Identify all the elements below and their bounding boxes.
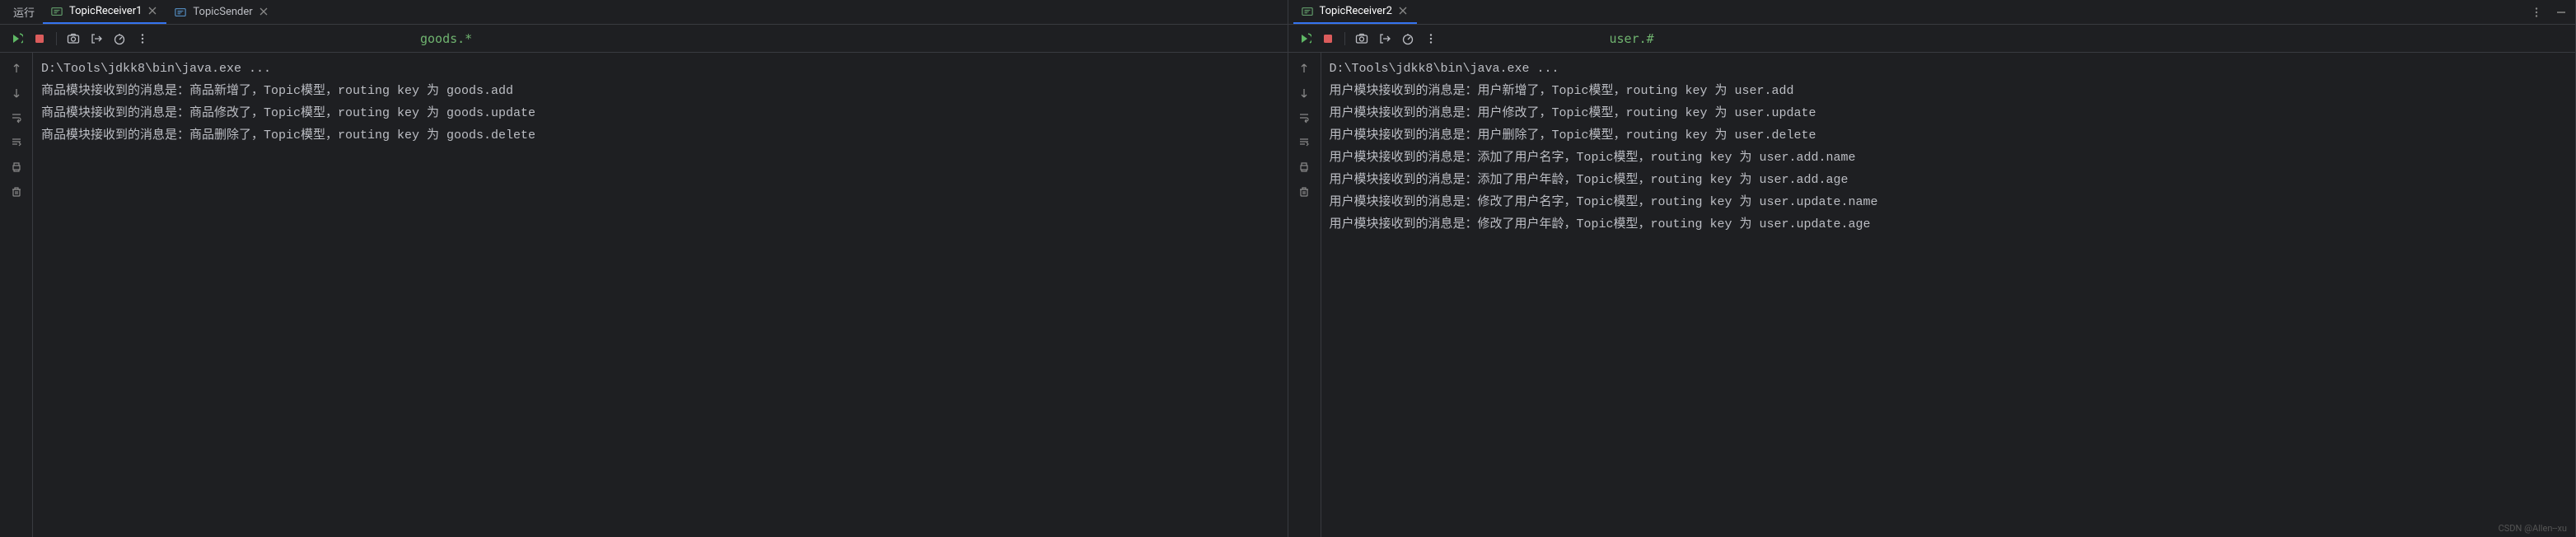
scroll-down-button[interactable] bbox=[7, 84, 26, 102]
panel-right: TopicReceiver2 user.# bbox=[1288, 0, 2576, 537]
separator bbox=[1344, 32, 1345, 45]
close-icon[interactable] bbox=[148, 7, 158, 16]
panel-left: 运行 TopicReceiver1 TopicSender goods.* bbox=[0, 0, 1288, 537]
clear-button[interactable] bbox=[1295, 183, 1313, 201]
exit-button[interactable] bbox=[86, 29, 106, 49]
console-line: 商品模块接收到的消息是：商品新增了，Topic模型，routing key 为 … bbox=[41, 80, 1279, 102]
stop-button[interactable] bbox=[1318, 29, 1338, 49]
console-line: 用户模块接收到的消息是：添加了用户名字，Topic模型，routing key … bbox=[1330, 147, 2568, 169]
watermark: CSDN @Allen--xu bbox=[2499, 523, 2567, 534]
tab-label: TopicReceiver2 bbox=[1320, 5, 1392, 17]
run-config-icon bbox=[175, 7, 186, 18]
console-left[interactable]: D:\Tools\jdkk8\bin\java.exe ... 商品模块接收到的… bbox=[33, 53, 1288, 537]
stop-button[interactable] bbox=[30, 29, 49, 49]
console-line: 商品模块接收到的消息是：商品修改了，Topic模型，routing key 为 … bbox=[41, 102, 1279, 124]
scroll-up-button[interactable] bbox=[1295, 59, 1313, 77]
more-options-button[interactable] bbox=[2529, 5, 2544, 20]
console-line: 用户模块接收到的消息是：用户删除了，Topic模型，routing key 为 … bbox=[1330, 124, 2568, 147]
print-button[interactable] bbox=[7, 158, 26, 176]
console-line: 用户模块接收到的消息是：修改了用户名字，Topic模型，routing key … bbox=[1330, 191, 2568, 213]
console-right[interactable]: D:\Tools\jdkk8\bin\java.exe ... 用户模块接收到的… bbox=[1321, 53, 2576, 537]
rerun-button[interactable] bbox=[1295, 29, 1315, 49]
scroll-to-end-button[interactable] bbox=[1295, 133, 1313, 152]
gutter-right bbox=[1288, 53, 1321, 537]
more-button[interactable] bbox=[133, 29, 152, 49]
console-line: 商品模块接收到的消息是：商品删除了，Topic模型，routing key 为 … bbox=[41, 124, 1279, 147]
softwrap-button[interactable] bbox=[7, 109, 26, 127]
separator bbox=[56, 32, 57, 45]
tab-label: TopicReceiver1 bbox=[69, 5, 142, 17]
run-config-icon bbox=[1302, 6, 1313, 17]
console-line: 用户模块接收到的消息是：修改了用户年龄，Topic模型，routing key … bbox=[1330, 213, 2568, 236]
tab-label: TopicSender bbox=[193, 6, 252, 18]
scroll-down-button[interactable] bbox=[1295, 84, 1313, 102]
tab-topic-receiver2[interactable]: TopicReceiver2 bbox=[1293, 0, 1417, 24]
camera-button[interactable] bbox=[63, 29, 83, 49]
toolbar-left bbox=[0, 25, 1288, 53]
tab-topic-sender[interactable]: TopicSender bbox=[166, 0, 277, 24]
window-controls bbox=[2529, 3, 2569, 21]
scroll-up-button[interactable] bbox=[7, 59, 26, 77]
rerun-button[interactable] bbox=[7, 29, 26, 49]
content-left: D:\Tools\jdkk8\bin\java.exe ... 商品模块接收到的… bbox=[0, 53, 1288, 537]
tab-topic-receiver1[interactable]: TopicReceiver1 bbox=[43, 0, 166, 24]
clear-button[interactable] bbox=[7, 183, 26, 201]
console-line: 用户模块接收到的消息是：用户修改了，Topic模型，routing key 为 … bbox=[1330, 102, 2568, 124]
content-right: D:\Tools\jdkk8\bin\java.exe ... 用户模块接收到的… bbox=[1288, 53, 2576, 537]
print-button[interactable] bbox=[1295, 158, 1313, 176]
performance-button[interactable] bbox=[110, 29, 129, 49]
camera-button[interactable] bbox=[1352, 29, 1372, 49]
console-line: 用户模块接收到的消息是：添加了用户年龄，Topic模型，routing key … bbox=[1330, 169, 2568, 191]
minimize-button[interactable] bbox=[2554, 5, 2569, 20]
softwrap-button[interactable] bbox=[1295, 109, 1313, 127]
close-icon[interactable] bbox=[1399, 7, 1409, 16]
gutter-left bbox=[0, 53, 33, 537]
close-icon[interactable] bbox=[259, 7, 269, 17]
more-button[interactable] bbox=[1421, 29, 1441, 49]
console-command: D:\Tools\jdkk8\bin\java.exe ... bbox=[41, 58, 1279, 80]
exit-button[interactable] bbox=[1375, 29, 1395, 49]
scroll-to-end-button[interactable] bbox=[7, 133, 26, 152]
performance-button[interactable] bbox=[1398, 29, 1418, 49]
console-command: D:\Tools\jdkk8\bin\java.exe ... bbox=[1330, 58, 2568, 80]
run-label: 运行 bbox=[5, 4, 43, 20]
tab-bar-left: 运行 TopicReceiver1 TopicSender bbox=[0, 0, 1288, 25]
toolbar-right bbox=[1288, 25, 2576, 53]
run-config-icon bbox=[51, 6, 63, 17]
tab-bar-right: TopicReceiver2 bbox=[1288, 0, 2576, 25]
console-line: 用户模块接收到的消息是：用户新增了，Topic模型，routing key 为 … bbox=[1330, 80, 2568, 102]
